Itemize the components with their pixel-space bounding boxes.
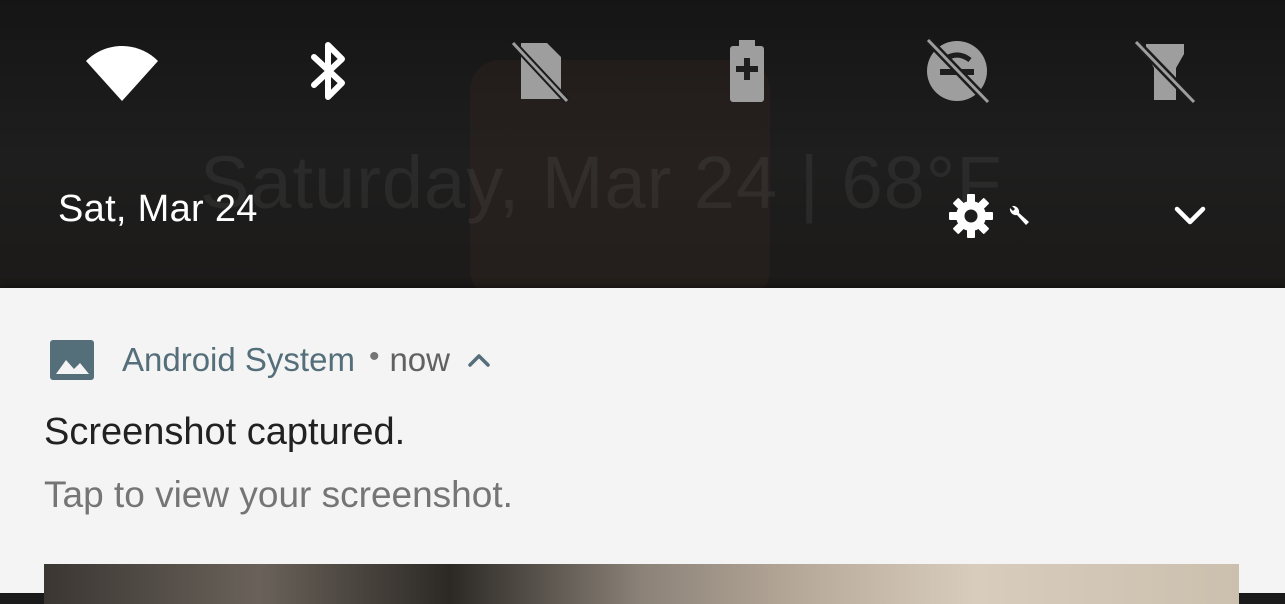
tile-do-not-disturb[interactable] <box>494 36 584 106</box>
expand-button[interactable] <box>1162 192 1218 240</box>
wifi-icon <box>86 46 158 101</box>
quick-settings-tiles <box>0 36 1285 106</box>
tile-flashlight[interactable] <box>1120 36 1210 106</box>
wallpaper-clock-text: Saturday, Mar 24 | 68°F <box>200 141 1003 224</box>
app-name: Android System <box>122 341 355 378</box>
notification-shade: Saturday, Mar 24 | 68°F Sat, Mar 24 <box>0 0 1285 288</box>
date-label: Sat, Mar 24 <box>58 188 258 230</box>
tile-data-saver[interactable] <box>912 36 1002 106</box>
tile-wifi[interactable] <box>77 36 167 106</box>
screenshot-preview-image[interactable] <box>44 564 1239 604</box>
wrench-icon <box>1009 205 1029 225</box>
notification-title: Screenshot captured. <box>44 411 406 453</box>
tile-bluetooth[interactable] <box>284 36 374 106</box>
notification-header: Android System • now <box>48 338 492 382</box>
gear-icon <box>949 194 993 238</box>
tile-battery-saver[interactable] <box>702 36 792 106</box>
data-saver-off-icon <box>925 38 991 104</box>
chevron-up-icon <box>468 354 490 367</box>
header-separator: • <box>368 340 380 373</box>
battery-saver-icon <box>730 40 764 102</box>
notification-card[interactable]: Android System • now Screenshot captured… <box>0 288 1285 604</box>
image-icon <box>48 338 96 382</box>
chevron-down-icon <box>1174 206 1206 225</box>
do-not-disturb-off-icon <box>510 40 570 103</box>
flashlight-off-icon <box>1133 39 1197 104</box>
settings-button[interactable] <box>948 188 1048 244</box>
notification-time: now <box>389 341 450 378</box>
collapse-button[interactable] <box>466 351 492 369</box>
notification-text: Tap to view your screenshot. <box>44 474 513 515</box>
bluetooth-icon <box>311 42 345 100</box>
